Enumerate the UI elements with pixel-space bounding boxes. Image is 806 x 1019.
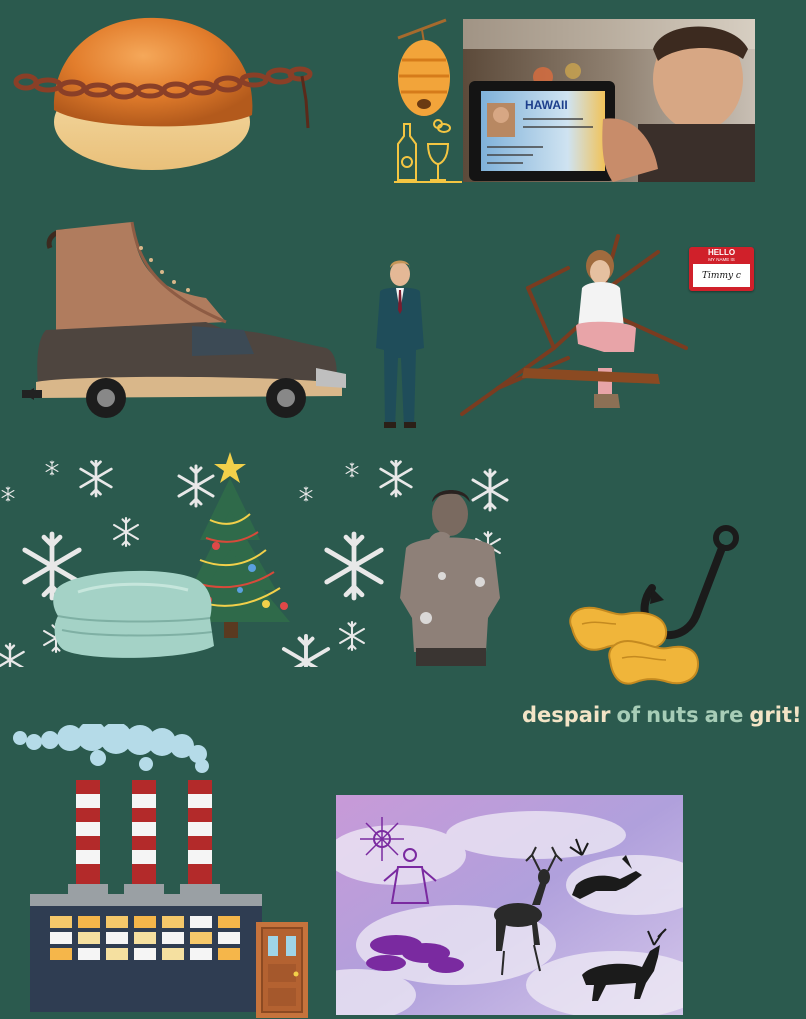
caption-word-despair: despair [522, 703, 611, 727]
man-in-suit [368, 258, 432, 430]
name-tag-name: Timmy c [702, 270, 741, 281]
folded-blanket [48, 560, 216, 662]
name-tag: HELLO MY NAME IS Timmy c [689, 247, 754, 291]
fake-id-photo: HAWAII [463, 19, 755, 182]
bread-chain-image [12, 10, 314, 180]
name-tag-hello: HELLO [707, 248, 736, 257]
id-card-state: HAWAII [525, 98, 568, 112]
factory-smokestacks [12, 724, 312, 1018]
caption-word-of: of [616, 703, 641, 727]
shirtless-man [386, 488, 512, 666]
caption-word-nuts: nuts [646, 703, 699, 727]
boot-truck-image [16, 218, 350, 424]
name-tag-subtitle: MY NAME IS [708, 257, 735, 262]
beehive-mead-icon [394, 16, 462, 186]
caption-word-are: are [704, 703, 744, 727]
person-in-tree [458, 228, 690, 418]
caption-word-grit: grit! [749, 703, 802, 727]
fish-hook-with-peanuts [566, 520, 746, 696]
caption-text: despair of nuts are grit! [522, 703, 806, 727]
purple-cloud-sky-with-deer [336, 795, 683, 1015]
